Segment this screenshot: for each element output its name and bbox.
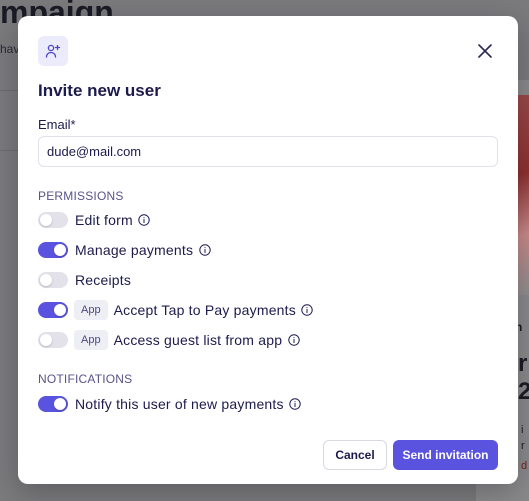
background-card-text: r: [521, 440, 525, 452]
background-page-subtitle: hav: [0, 42, 20, 56]
edit-form-toggle[interactable]: [38, 212, 68, 228]
close-icon: [478, 44, 492, 58]
info-icon[interactable]: [301, 304, 314, 317]
add-user-icon: [38, 36, 68, 66]
permission-label: Manage payments: [75, 242, 194, 258]
notification-label: Notify this user of new payments: [75, 396, 284, 412]
background-card-text: i: [521, 424, 524, 436]
permission-label: Edit form: [75, 212, 133, 228]
permission-row-manage-payments: Manage payments: [38, 241, 211, 259]
permission-label: Receipts: [75, 272, 132, 288]
receipts-toggle[interactable]: [38, 272, 68, 288]
info-icon[interactable]: [138, 214, 151, 227]
info-icon[interactable]: [289, 398, 302, 411]
background-card-text: 2: [518, 378, 529, 405]
cancel-button[interactable]: Cancel: [323, 440, 387, 470]
email-label: Email*: [38, 117, 76, 132]
guest-list-toggle[interactable]: [38, 332, 68, 348]
invite-user-dialog: Invite new user Email* PERMISSIONS Edit …: [18, 16, 518, 484]
permission-label: Access guest list from app: [113, 332, 283, 348]
notification-row-new-payments: Notify this user of new payments: [38, 395, 302, 413]
app-badge: App: [74, 330, 108, 350]
notify-new-payments-toggle[interactable]: [38, 396, 68, 412]
permission-label: Accept Tap to Pay payments: [113, 302, 296, 318]
manage-payments-toggle[interactable]: [38, 242, 68, 258]
permission-row-tap-to-pay: App Accept Tap to Pay payments: [38, 300, 314, 320]
background-divider: [0, 150, 20, 151]
info-icon[interactable]: [287, 334, 300, 347]
dialog-title: Invite new user: [38, 81, 161, 100]
send-invitation-button[interactable]: Send invitation: [393, 440, 498, 470]
info-icon[interactable]: [198, 244, 211, 257]
close-button[interactable]: [476, 42, 494, 60]
notifications-heading: NOTIFICATIONS: [38, 372, 133, 386]
background-card-text: d: [521, 460, 528, 472]
permission-row-guest-list: App Access guest list from app: [38, 330, 300, 350]
background-card-text: r: [518, 350, 528, 377]
permissions-heading: PERMISSIONS: [38, 189, 124, 203]
app-badge: App: [74, 300, 108, 320]
tap-to-pay-toggle[interactable]: [38, 302, 68, 318]
permission-row-edit-form: Edit form: [38, 211, 151, 229]
email-field[interactable]: [38, 136, 498, 167]
permission-row-receipts: Receipts: [38, 271, 131, 289]
background-divider: [0, 90, 20, 91]
